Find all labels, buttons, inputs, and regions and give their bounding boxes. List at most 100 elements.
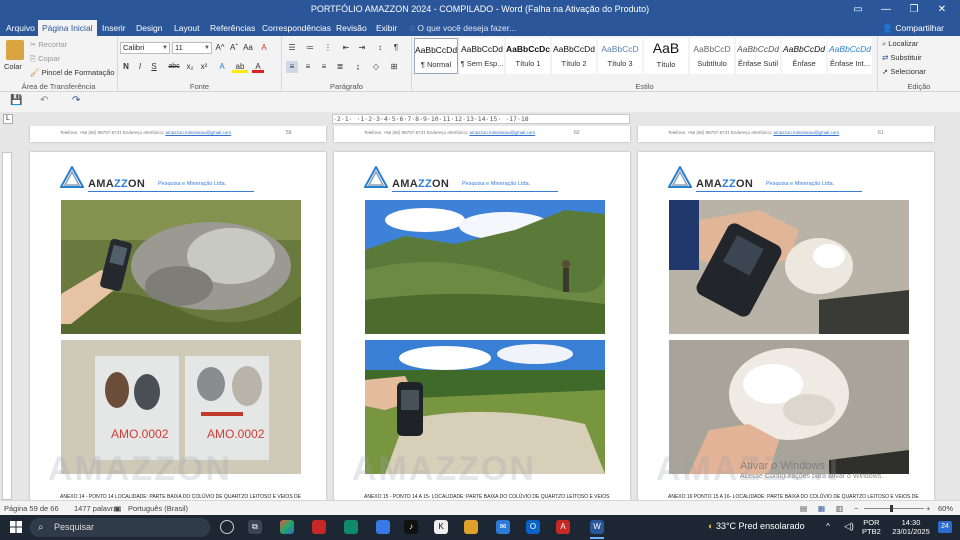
save-icon[interactable]: 💾: [10, 95, 22, 106]
chrome-icon[interactable]: [376, 520, 390, 534]
tab-inserir[interactable]: Inserir: [98, 20, 130, 36]
style-title[interactable]: AaB Título: [644, 38, 688, 74]
proofing-icon[interactable]: ▣: [114, 504, 121, 513]
tab-correspondencias[interactable]: Correspondências: [258, 20, 335, 36]
windows-start-icon[interactable]: [10, 521, 22, 533]
align-center-icon[interactable]: ≡: [302, 61, 314, 73]
input-language[interactable]: POR PTB2: [862, 518, 881, 536]
print-layout-icon[interactable]: ▦: [818, 504, 825, 513]
underline-button[interactable]: S: [148, 61, 160, 73]
tiktok-icon[interactable]: ♪: [404, 520, 418, 534]
footer-email[interactable]: amazzon.mineracao@gmail.com: [165, 130, 231, 135]
zoom-level[interactable]: 60%: [938, 504, 953, 513]
redo-icon[interactable]: ↷: [72, 95, 80, 106]
taskbar-search[interactable]: ⌕ Pesquisar: [30, 518, 210, 537]
footer-email[interactable]: amazzon.mineracao@gmail.com: [773, 130, 839, 135]
minimize-button[interactable]: —: [874, 2, 898, 18]
line-spacing-icon[interactable]: ↨: [352, 61, 364, 73]
style-heading-3[interactable]: AaBbCcD Título 3: [598, 38, 642, 74]
grow-font-button[interactable]: A^: [214, 42, 226, 54]
acrobat-icon[interactable]: A: [556, 520, 570, 534]
style-no-spacing[interactable]: AaBbCcDd ¶ Sem Esp...: [460, 38, 504, 74]
numbering-icon[interactable]: ≔: [304, 42, 316, 54]
align-left-icon[interactable]: ≡: [286, 61, 298, 73]
text-effects-button[interactable]: A: [216, 61, 228, 73]
mail-icon[interactable]: ✉: [496, 520, 510, 534]
copilot-icon[interactable]: [280, 520, 294, 534]
font-size-combo[interactable]: 11 ▼: [172, 42, 212, 54]
shrink-font-button[interactable]: Aˇ: [228, 42, 240, 54]
find-button[interactable]: ⌕ Localizar: [882, 39, 918, 49]
justify-icon[interactable]: ≣: [334, 61, 346, 73]
format-painter-button[interactable]: 🖌 Pincel de Formatação: [30, 68, 115, 77]
chevron-up-icon[interactable]: ^: [826, 522, 830, 531]
tab-design[interactable]: Design: [132, 20, 166, 36]
copy-button[interactable]: ⎘ Copiar: [30, 54, 60, 64]
increase-indent-icon[interactable]: ⇥: [356, 42, 368, 54]
select-button[interactable]: ➚ Selecionar: [882, 67, 926, 76]
style-heading-1[interactable]: AaBbCcDc Título 1: [506, 38, 550, 74]
cortana-icon[interactable]: [220, 520, 234, 534]
tab-revisao[interactable]: Revisão: [332, 20, 371, 36]
zoom-out-icon[interactable]: −: [854, 504, 858, 513]
align-right-icon[interactable]: ≡: [318, 61, 330, 73]
document-page[interactable]: AMAZZON Pesquisa e Mineração Ltda.: [334, 152, 630, 500]
borders-icon[interactable]: ⊞: [388, 61, 400, 73]
cut-button[interactable]: ✂ Recortar: [30, 40, 67, 49]
zoom-slider-thumb[interactable]: [890, 505, 893, 512]
ruler-marks[interactable]: ·2·1· ·1·2·3·4·5·6·7·8·9·10·11·12·13·14·…: [332, 114, 630, 124]
font-color-button[interactable]: A: [252, 61, 264, 73]
italic-button[interactable]: I: [134, 61, 146, 73]
zoom-in-icon[interactable]: +: [926, 504, 930, 513]
document-page[interactable]: AMAZZON Pesquisa e Mineração Ltda.: [30, 152, 326, 500]
task-view-icon[interactable]: ⧉: [248, 520, 262, 534]
close-button[interactable]: ✕: [930, 2, 954, 18]
style-subtitle[interactable]: AaBbCcD Subtítulo: [690, 38, 734, 74]
document-page[interactable]: AMAZZON Pesquisa e Mineração Ltda.: [638, 152, 934, 500]
decrease-indent-icon[interactable]: ⇤: [340, 42, 352, 54]
shading-icon[interactable]: ◇: [370, 61, 382, 73]
document-area[interactable]: Telefone: +55 (66) 99707-8731 Endereço e…: [14, 126, 960, 500]
change-case-button[interactable]: Aa: [242, 42, 254, 54]
page-count[interactable]: Página 59 de 66: [4, 504, 59, 513]
tab-pagina-inicial[interactable]: Página Inicial: [38, 20, 97, 36]
zoom-slider-track[interactable]: [864, 508, 924, 509]
undo-icon[interactable]: ↶: [40, 95, 48, 106]
app-red-icon[interactable]: [312, 520, 326, 534]
style-intense-emphasis[interactable]: AaBbCcDd Ênfase Int...: [828, 38, 872, 74]
style-emphasis[interactable]: AaBbCcDd Ênfase: [782, 38, 826, 74]
restore-button[interactable]: ❐: [902, 2, 926, 18]
system-clock[interactable]: 14:30 23/01/2025: [890, 518, 932, 536]
read-mode-icon[interactable]: ▤: [800, 504, 807, 513]
tab-arquivo[interactable]: Arquivo: [2, 20, 39, 36]
highlight-button[interactable]: ab: [232, 61, 248, 73]
tell-me-box[interactable]: ◌ O que você deseja fazer...: [410, 20, 516, 36]
app-k-icon[interactable]: K: [434, 520, 448, 534]
style-normal[interactable]: AaBbCcDd ¶ Normal: [414, 38, 458, 74]
web-layout-icon[interactable]: ▥: [836, 504, 843, 513]
tab-selector-icon[interactable]: L: [3, 114, 13, 124]
multilevel-list-icon[interactable]: ⋮: [322, 42, 334, 54]
footer-email[interactable]: amazzon.mineracao@gmail.com: [469, 130, 535, 135]
replace-button[interactable]: ⇄ Substituir: [882, 53, 922, 62]
file-explorer-icon[interactable]: [464, 520, 478, 534]
strikethrough-button[interactable]: abc: [166, 61, 182, 73]
style-subtle-emphasis[interactable]: AaBbCcDd Ênfase Sutil: [736, 38, 780, 74]
edge-icon[interactable]: [344, 520, 358, 534]
subscript-button[interactable]: x₂: [184, 61, 196, 73]
style-heading-2[interactable]: AaBbCcDd Título 2: [552, 38, 596, 74]
clear-formatting-button[interactable]: A: [258, 42, 270, 54]
bold-button[interactable]: N: [120, 61, 132, 73]
show-marks-icon[interactable]: ¶: [390, 42, 402, 54]
tab-layout[interactable]: Layout: [170, 20, 204, 36]
paste-button[interactable]: Colar: [4, 62, 22, 71]
ribbon-display-button[interactable]: ▭: [846, 2, 870, 18]
sort-icon[interactable]: ↕: [374, 42, 386, 54]
notification-badge[interactable]: 24: [938, 521, 952, 533]
tab-referencias[interactable]: Referências: [206, 20, 259, 36]
bullets-icon[interactable]: ☰: [286, 42, 298, 54]
weather-widget[interactable]: ◐ 33°C Pred ensolarado: [708, 521, 805, 531]
speaker-icon[interactable]: ◁): [844, 521, 854, 532]
outlook-icon[interactable]: O: [526, 520, 540, 534]
superscript-button[interactable]: x²: [198, 61, 210, 73]
